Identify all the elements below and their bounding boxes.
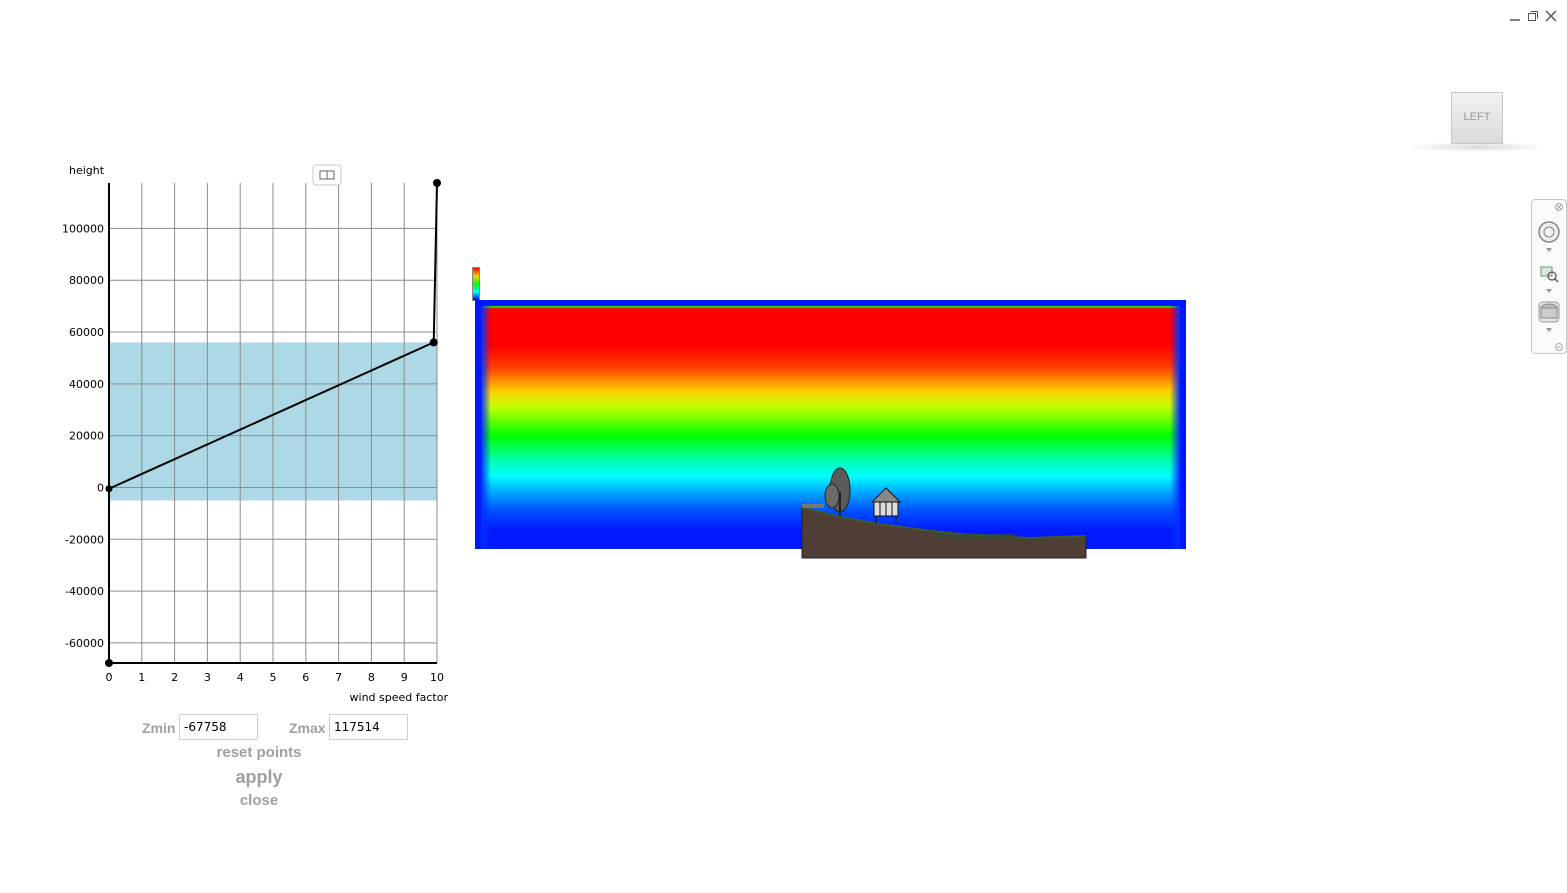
y-tick-label: 0 [97,481,104,494]
series-point[interactable] [105,659,113,667]
x-tick-label: 9 [401,671,408,684]
x-tick-label: 10 [430,671,444,684]
x-tick-label: 1 [138,671,145,684]
x-tick-label: 8 [368,671,375,684]
zmin-input[interactable] [179,714,258,740]
color-legend [472,267,480,301]
y-tick-label: -40000 [65,585,104,598]
wind-profile-chart[interactable]: 0 1 2 3 4 5 6 7 8 9 10 -60000 -40000 -20000 0 20000 400… [0,150,460,710]
y-tick-label: -60000 [65,637,104,650]
x-tick-label: 0 [106,671,113,684]
orbit-icon[interactable] [1532,300,1566,326]
zmax-input[interactable] [329,714,408,740]
x-tick-labels: 0 1 2 3 4 5 6 7 8 9 10 [106,671,445,684]
restore-icon[interactable] [1527,7,1539,21]
series-point[interactable] [105,485,113,493]
series-point[interactable] [429,338,438,347]
terrain-model [801,467,1087,559]
chevron-down-icon[interactable] [1532,247,1566,253]
navbar-close-icon[interactable] [1532,203,1566,211]
x-tick-label: 2 [171,671,178,684]
reset-points-button[interactable]: reset points [200,744,318,761]
close-icon[interactable] [1545,7,1557,22]
y-tick-labels: -60000 -40000 -20000 0 20000 40000 60000 80000 1… [62,222,104,650]
zoom-icon[interactable] [1532,264,1566,284]
x-tick-label: 7 [335,671,342,684]
panel-toggle-icon[interactable] [312,164,342,186]
steering-wheel-icon[interactable] [1532,220,1566,244]
tree-icon [824,467,851,516]
viewcube-face-label: LEFT [1463,111,1491,123]
viewcube[interactable]: LEFT [1451,92,1503,144]
x-tick-label: 5 [270,671,277,684]
y-tick-label: 40000 [69,378,104,391]
x-tick-label: 3 [204,671,211,684]
x-tick-label: 6 [302,671,309,684]
chevron-down-icon[interactable] [1532,327,1566,333]
window-controls [1509,7,1557,22]
y-tick-label: 100000 [62,222,104,235]
chevron-down-icon[interactable] [1532,288,1566,294]
y-tick-label: 20000 [69,430,104,443]
series-point[interactable] [433,179,441,187]
zmax-label: Zmax [289,720,326,736]
y-tick-label: -20000 [65,533,104,546]
y-axis-label: height [69,164,105,177]
y-tick-label: 60000 [69,326,104,339]
close-button[interactable]: close [200,792,318,809]
y-tick-label: 80000 [69,274,104,287]
x-tick-label: 4 [237,671,244,684]
apply-button[interactable]: apply [200,767,318,788]
navbar-options-icon[interactable] [1532,343,1566,351]
zmin-label: Zmin [142,720,176,736]
navigation-bar [1531,199,1567,354]
x-axis-label: wind speed factor [350,691,449,704]
minimize-icon[interactable] [1509,7,1521,21]
house-icon [870,487,902,524]
